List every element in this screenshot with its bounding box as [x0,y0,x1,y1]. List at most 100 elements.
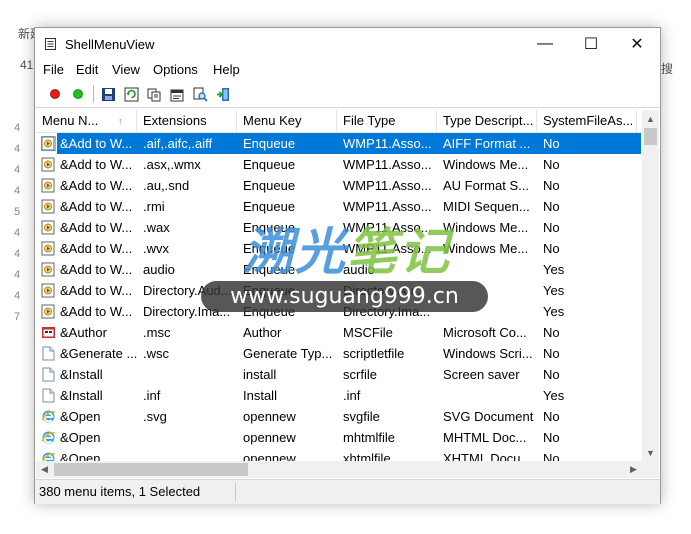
copy-icon [147,88,160,101]
table-row[interactable]: &Add to W... .asx,.wmx Enqueue WMP11.Asso..… [36,154,642,175]
cell-ftype: xhtmlfile [343,451,391,461]
menu-edit[interactable]: Edit [76,62,98,77]
scroll-up-icon[interactable]: ▲ [642,110,659,127]
column-header-type-description[interactable]: Type Descript... [437,110,537,132]
toolbar [35,81,660,108]
column-header-label: Menu N... [42,113,99,128]
table-row[interactable]: &Install .inf Install .inf Yes [36,385,642,406]
find-button[interactable] [191,85,209,103]
column-header-system-file-assoc[interactable]: SystemFileAs... [537,110,637,132]
scroll-left-icon[interactable]: ◀ [36,461,53,478]
cell-sys: Yes [543,262,565,277]
exit-icon [216,87,229,101]
background-search-text: 搜 [661,62,674,76]
save-icon [101,87,115,101]
menu-item-icon [41,199,55,214]
cell-ftype: WMP11.Asso... [343,136,432,151]
cell-ext: .asx,.wmx [143,157,201,172]
minimize-button[interactable]: — [522,28,568,60]
menu-view[interactable]: View [112,62,140,77]
app-icon [45,38,56,50]
cell-ext: .aif,.aifc,.aiff [143,136,213,151]
close-button[interactable]: ✕ [614,28,660,60]
cell-key: Enqueue [243,157,296,172]
menu-item-icon [41,283,55,298]
ie-icon [41,410,56,423]
horizontal-scroll-thumb[interactable] [54,463,248,476]
status-text: 380 menu items, 1 Selected [39,484,201,499]
cell-sys: No [543,241,560,256]
column-header-menu-name[interactable]: Menu N... ↑ [36,110,137,132]
disable-items-button[interactable] [46,85,64,103]
cell-key: install [243,367,277,382]
cell-name: &Add to W... [60,157,133,172]
table-row[interactable]: &Add to W... .aif,.aifc,.aiff Enqueue WMP11… [36,133,642,154]
table-row[interactable]: &Open opennew mhtmlfile MHTML Doc... No [36,427,642,448]
toolbar-separator [93,85,94,103]
enable-items-button[interactable] [69,85,87,103]
cell-ftype: MSCFile [343,325,393,340]
background-app-digit: 4 [14,248,21,260]
scroll-down-icon[interactable]: ▼ [642,444,659,461]
cell-sys: Yes [543,388,565,403]
table-row[interactable]: &Open .svg opennew svgfile SVG Document No [36,406,642,427]
cell-ext: .inf [143,388,161,403]
cell-ext: .svg [143,409,167,424]
column-header-row: Menu N... ↑ Extensions Menu Key File Typ… [36,110,642,133]
cell-desc: MHTML Doc... [443,430,527,445]
background-app-number: 41 [20,58,34,72]
mmc-icon [42,327,55,338]
cell-name: &Add to W... [60,220,133,235]
cell-name: &Install [60,367,103,382]
window-title: ShellMenuView [65,37,155,52]
cell-key: Enqueue [243,178,296,193]
cell-ext [143,364,236,385]
table-row[interactable]: &Install install scrfile Screen saver No [36,364,642,385]
table-row[interactable]: &Open opennew xhtmlfile XHTML Docu... No [36,448,642,461]
background-app-digit: 4 [14,164,21,176]
cell-desc: Microsoft Co... [443,325,527,340]
table-row[interactable]: &Add to W... .au,.snd Enqueue WMP11.Asso...… [36,175,642,196]
properties-button[interactable] [168,85,186,103]
menu-options[interactable]: Options [153,62,198,77]
cell-key: Generate Typ... [243,346,333,361]
menu-item-icon [41,178,55,193]
table-row[interactable]: &Generate ... .wsc Generate Typ... scriptle… [36,343,642,364]
properties-icon [170,89,183,101]
maximize-button[interactable]: ☐ [568,28,614,60]
menu-item-icon [41,241,55,256]
cell-ftype: scrfile [343,367,377,382]
title-bar[interactable]: ShellMenuView — ☐ ✕ [35,28,660,60]
menu-item-icon [41,220,55,235]
cell-ftype: mhtmlfile [343,430,396,445]
cell-desc: Windows Me... [443,220,529,235]
column-header-menu-key[interactable]: Menu Key [237,110,337,132]
cell-desc: Windows Me... [443,157,529,172]
cell-desc: XHTML Docu... [443,451,532,461]
sort-arrow-icon: ↑ [118,116,123,126]
cell-key: opennew [243,430,296,445]
watermark-logo-green: 笔记 [347,223,451,281]
save-button[interactable] [99,85,117,103]
cell-desc [443,385,536,406]
watermark-url: www.suguang999.cn [201,281,488,312]
cell-sys: No [543,451,560,461]
menu-file[interactable]: File [43,62,64,77]
cell-key: opennew [243,451,296,461]
cell-desc: AU Format S... [443,178,529,193]
vertical-scroll-thumb[interactable] [644,128,657,145]
cell-ext: .msc [143,325,171,340]
copy-button[interactable] [145,85,163,103]
scrollbar-corner [642,461,659,478]
column-header-extensions[interactable]: Extensions [137,110,237,132]
scroll-right-icon[interactable]: ▶ [625,461,642,478]
column-header-file-type[interactable]: File Type [337,110,437,132]
vertical-scrollbar[interactable]: ▲ ▼ [642,110,659,461]
refresh-button[interactable] [122,85,140,103]
menu-help[interactable]: Help [213,62,240,77]
horizontal-scrollbar[interactable]: ◀ ▶ [36,461,642,478]
background-app-column: 4 4 4 4 5 4 4 4 4 7 [14,118,30,328]
cell-ext [143,448,236,461]
exit-button[interactable] [214,85,232,103]
table-row[interactable]: &Author .msc Author MSCFile Microsoft Co... N… [36,322,642,343]
